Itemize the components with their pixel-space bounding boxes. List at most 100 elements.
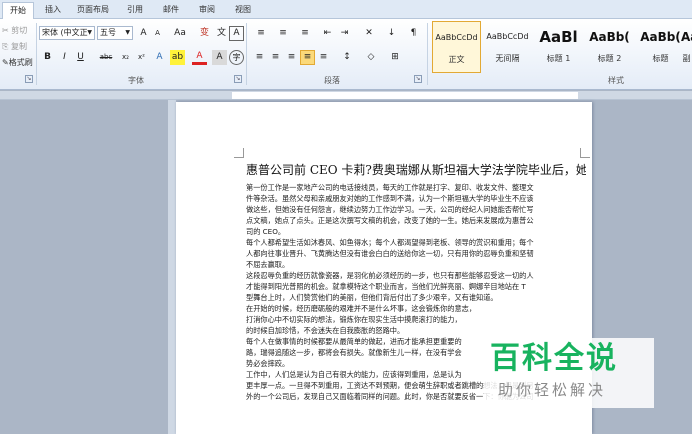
show-marks-button[interactable]: ¶ [406,26,421,41]
char-border-button[interactable]: A [229,26,244,41]
tab-page-layout[interactable]: 页面布局 [72,2,114,19]
document-line: 型舞台上时，人们赞赏他们的美丽，但他们背后付出了多少艰辛，又有谁知道。 [246,293,498,302]
clipboard-dialog-launcher[interactable]: ↘ [25,75,33,83]
ribbon: ✂ 剪切 ⎘ 复制 ✎格式刷 ↘ 宋体 (中文正 ▼ 五号 ▼ A A Aa 变 文… [0,19,692,90]
style-preview: AaBb( [640,30,681,44]
align-right-button[interactable]: ≡ [284,50,299,65]
distributed-button[interactable]: ≡ [316,50,331,65]
group-separator [246,23,247,85]
italic-button[interactable]: I [57,50,72,65]
align-left-button[interactable]: ≡ [252,50,267,65]
subscript-button[interactable]: x₂ [118,50,133,65]
document-line: 司的 CEO。 [246,227,286,236]
style-heading-1[interactable]: AaBl 标题 1 [534,21,583,73]
justify-button[interactable]: ≡ [300,50,315,65]
group-separator [427,23,428,85]
grow-font-button[interactable]: A [136,26,151,41]
char-shading-button[interactable]: A [212,50,227,65]
style-name: 正文 [448,55,465,64]
copy-label: 复制 [10,42,27,51]
change-case-button[interactable]: Aa [170,26,190,41]
format-painter-button[interactable]: ✎格式刷 [2,57,33,68]
clear-format-button[interactable]: 变 [197,26,212,41]
style-subtitle[interactable]: Aa 副 [681,21,692,73]
superscript-button[interactable]: x² [134,50,149,65]
watermark-subtitle: 助你轻松解决 [498,381,607,399]
format-painter-label: 格式刷 [8,58,33,67]
font-group-label: 字体 [128,76,144,85]
highlight-button[interactable]: ab [170,50,185,65]
style-preview: AaBbCcDd [486,32,529,41]
styles-gallery: AaBbCcDd 正文 AaBbCcDd 无间隔 AaBl 标题 1 AaBb(… [430,21,692,73]
bold-button[interactable]: B [40,50,55,65]
watermark-title: 百科全说 [490,341,618,376]
document-line: 人都向往事业晋升、飞黄腾达但没有谁会白白的送给你这一切，只有用你的忍辱负重和坚韧 [246,249,534,258]
document-line: 不屈去赢取。 [246,260,290,269]
style-name: 标题 2 [597,54,622,63]
borders-button[interactable]: ⊞ [386,50,404,65]
copy-button[interactable]: ⎘ 复制 [2,41,27,52]
sort-button[interactable]: ↓ [384,26,399,41]
document-line: 每个人都希望生活如沐春风、如鱼得水；每个人都渴望得到老板、领导的赏识和重用；每个 [246,238,534,247]
enclose-char-button[interactable]: 字 [229,50,244,65]
font-dialog-launcher[interactable]: ↘ [234,75,242,83]
tab-review[interactable]: 审阅 [192,2,222,19]
copy-icon: ⎘ [2,42,9,51]
text-effects-button[interactable]: A [152,50,167,65]
document-line: 的时候自加珍惜，不会迷失在自我膨胀的怒路中。 [246,326,405,335]
tab-insert[interactable]: 插入 [38,2,68,19]
shrink-font-button[interactable]: A [150,26,165,41]
phonetic-guide-button[interactable]: 文 [214,26,229,41]
underline-button[interactable]: U [73,50,88,65]
style-normal[interactable]: AaBbCcDd 正文 [432,21,481,73]
asian-layout-button[interactable]: ✕ [360,26,378,41]
group-separator [36,23,37,85]
style-no-spacing[interactable]: AaBbCcDd 无间隔 [483,21,532,73]
numbering-button[interactable]: ≡ [274,26,292,41]
line-spacing-button[interactable]: ↕ [338,50,356,65]
vertical-ruler[interactable] [168,100,176,434]
brush-icon: ✎ [2,58,9,67]
style-preview: AaBb( [589,30,630,44]
style-name: 无间隔 [495,54,520,63]
ruler-text-area [232,92,578,99]
tab-home[interactable]: 开始 [2,2,34,19]
multilevel-list-button[interactable]: ≡ [296,26,314,41]
style-preview: AaBbCcDd [435,33,478,42]
font-size-value: 五号 [100,28,116,37]
font-name-value: 宋体 (中文正 [42,28,88,37]
paragraph-group-label: 段落 [324,76,340,85]
style-heading-2[interactable]: AaBb( 标题 2 [585,21,634,73]
paragraph-dialog-launcher[interactable]: ↘ [414,75,422,83]
cut-button[interactable]: ✂ 剪切 [2,25,27,36]
tab-mailings[interactable]: 邮件 [156,2,186,19]
bullets-button[interactable]: ≡ [252,26,270,41]
center-button[interactable]: ≡ [268,50,283,65]
styles-group-label: 样式 [608,76,624,85]
document-line: 在开始的时候，经历磨砺般的艰难并不是什么坏事，这会锻炼你的意志， [246,304,477,313]
document-line: 件等杂活。虽然父母和亲戚朋友对她的工作感到不满，认为一个斯坦福大学的毕业生不应该 [246,194,534,203]
document-line: 这段忍辱负重的经历就像瓷器，是羽化前必须经历的一步，也只有那些能够忍受这一切的人 [246,271,534,280]
watermark: 百科全说 助你轻松解决 [484,338,654,408]
horizontal-ruler[interactable] [0,91,692,100]
crop-mark [234,148,244,158]
style-name: 副 [682,54,691,63]
font-color-button[interactable]: A [192,50,207,65]
style-preview: Aa [681,30,692,44]
document-line: 第一份工作是一家地产公司的电话接线员，每天的工作就是打字、复印、收发文件、整理文 [246,183,534,192]
shading-button[interactable]: ◇ [362,50,380,65]
tab-view[interactable]: 视图 [228,2,258,19]
decrease-indent-button[interactable]: ⇤ [320,26,335,41]
strikethrough-button[interactable]: abc [96,50,116,65]
style-name: 标题 [652,54,669,63]
chevron-down-icon: ▼ [87,29,92,36]
style-title[interactable]: AaBb( 标题 [636,21,685,73]
increase-indent-button[interactable]: ⇥ [337,26,352,41]
ribbon-tab-bar: 开始 插入 页面布局 引用 邮件 审阅 视图 [0,0,692,19]
scissors-icon: ✂ [2,26,9,35]
document-line: 做这些，但她没有任何怨言，继续边努力工作边学习。一天，公司的经纪人问她能否帮忙写 [246,205,534,214]
font-name-dropdown[interactable]: 宋体 (中文正 ▼ [39,26,95,40]
document-line: 才能得到阳光普照的机会。就拿模特这个职业而言，当他们光鲜亮丽、婀娜辛目地站在 T [246,282,526,291]
font-size-dropdown[interactable]: 五号 ▼ [97,26,133,40]
tab-references[interactable]: 引用 [120,2,150,19]
